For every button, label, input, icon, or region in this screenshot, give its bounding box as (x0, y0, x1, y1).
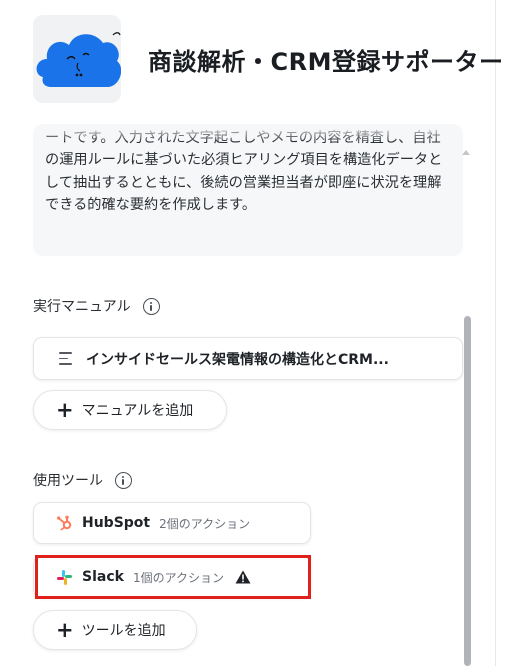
manual-item-label: インサイドセールス架電情報の構造化とCRM... (86, 351, 389, 368)
info-icon[interactable] (142, 297, 160, 315)
blue-cloud-character-icon (36, 32, 121, 87)
info-icon[interactable] (115, 471, 132, 489)
add-tool-label: ツールを追加 (81, 623, 166, 639)
list-icon (59, 352, 75, 365)
agent-description[interactable]: あなたは優秀なインサイドセールス（IS）の商談解析エキスパートです。入力された文… (33, 124, 463, 256)
add-manual-label: マニュアルを追加 (81, 403, 194, 419)
description-fade (33, 124, 463, 142)
tools-heading-label: 使用ツール (33, 473, 103, 489)
agent-title: 商談解析・CRM登録サポーター (148, 48, 504, 76)
manual-section-heading: 実行マニュアル (33, 296, 160, 316)
tool-item-hubspot[interactable]: HubSpot 2個のアクション (33, 502, 311, 544)
agent-avatar (33, 15, 121, 103)
add-tool-button[interactable]: + ツールを追加 (33, 610, 197, 650)
tool-name: HubSpot (82, 515, 151, 531)
slack-highlight-box (35, 555, 311, 599)
tool-action-count: 2個のアクション (159, 516, 251, 531)
manual-heading-label: 実行マニュアル (33, 299, 131, 315)
tools-section-heading: 使用ツール (33, 470, 132, 490)
description-scroll-up-icon[interactable] (462, 150, 470, 155)
manual-item[interactable]: インサイドセールス架電情報の構造化とCRM... (33, 337, 463, 380)
plus-icon: + (56, 397, 74, 422)
plus-icon: + (56, 617, 74, 642)
panel-divider (495, 0, 496, 666)
hubspot-icon (57, 515, 72, 531)
scrollbar[interactable] (464, 316, 471, 666)
add-manual-button[interactable]: + マニュアルを追加 (33, 390, 227, 430)
